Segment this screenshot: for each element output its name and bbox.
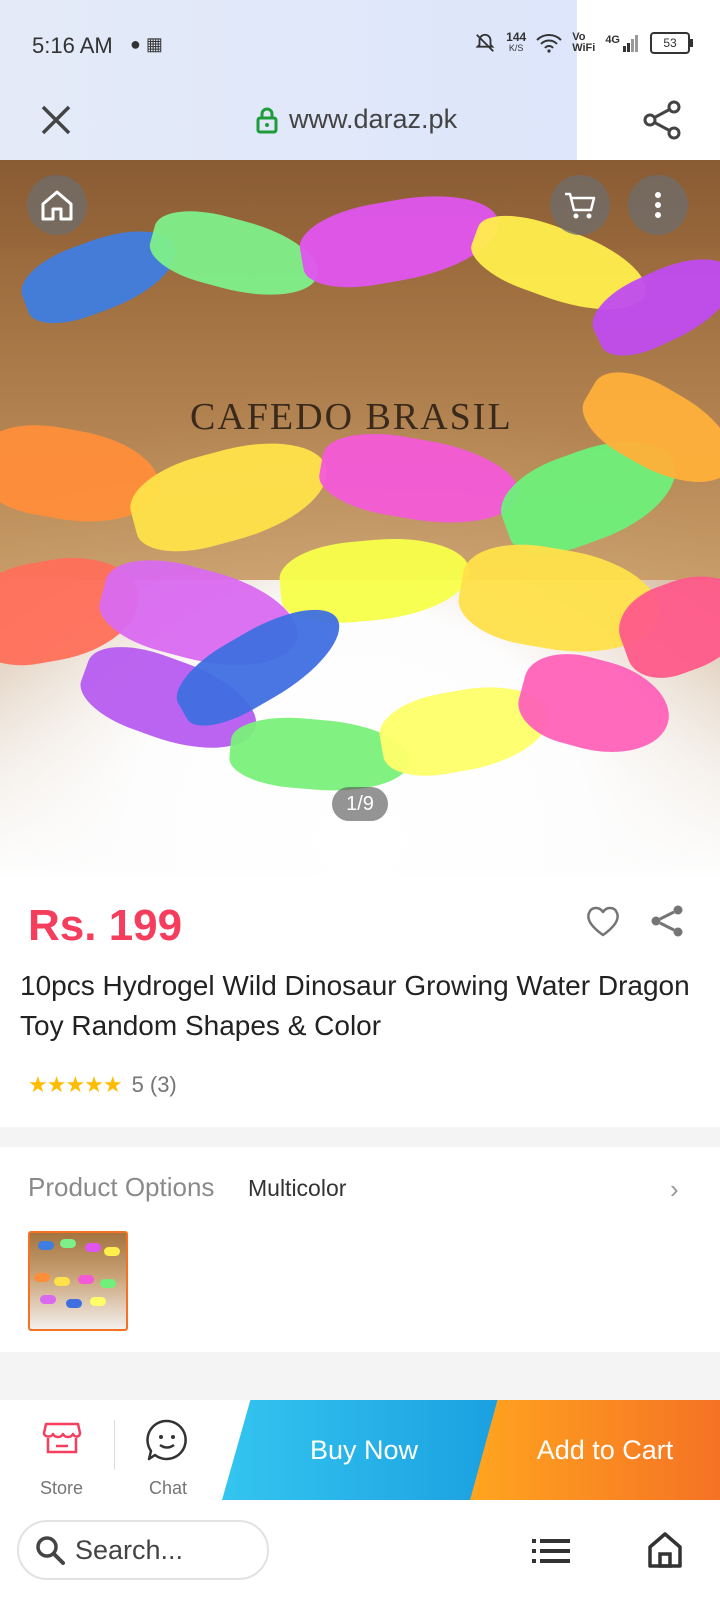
- more-options-button[interactable]: [628, 175, 688, 235]
- status-bar: 5:16 AM ● ▦ 144 K/S Vo WiFi 4G 53: [0, 0, 720, 160]
- thumb-toy: [60, 1239, 76, 1248]
- thumb-toy: [40, 1295, 56, 1304]
- network-type: 4G: [605, 34, 620, 46]
- close-icon: [41, 105, 71, 135]
- system-status-icons: 144 K/S Vo WiFi 4G 53: [474, 30, 693, 54]
- close-button[interactable]: [36, 100, 76, 140]
- home-icon: [648, 1532, 682, 1568]
- battery-icon: 53: [650, 32, 693, 54]
- chevron-right-icon[interactable]: ›: [670, 1174, 679, 1205]
- home-button[interactable]: [27, 175, 87, 235]
- chat-button[interactable]: [145, 1418, 191, 1464]
- heart-icon: [587, 906, 619, 937]
- chat-label: Chat: [149, 1478, 188, 1498]
- add-to-cart-button[interactable]: Add to Cart: [470, 1400, 720, 1500]
- wifi-icon: [536, 34, 562, 53]
- rating-value: 5: [131, 1072, 144, 1097]
- thumb-toy: [90, 1297, 106, 1306]
- cart-button[interactable]: [550, 175, 610, 235]
- thumb-toy: [85, 1243, 101, 1252]
- chat-icon: [146, 1419, 187, 1461]
- product-rating[interactable]: ★★★★★ 5 (3): [28, 1072, 177, 1098]
- option-thumbnail[interactable]: [28, 1231, 128, 1331]
- net-speed-value: 144: [506, 30, 527, 44]
- status-time: 5:16 AM: [32, 33, 113, 58]
- product-options-value: Multicolor: [248, 1175, 347, 1201]
- product-share-button[interactable]: [648, 902, 686, 940]
- rating-stars: ★★★★★: [28, 1072, 123, 1097]
- home-icon: [41, 190, 73, 221]
- browser-home-button[interactable]: [645, 1530, 685, 1570]
- lock-icon: [256, 107, 278, 133]
- thumb-toy: [78, 1275, 94, 1284]
- wifi-calling-label: WiFi: [572, 42, 596, 54]
- url-display[interactable]: www.daraz.pk: [255, 104, 457, 135]
- snapchat-icon: ●: [130, 34, 141, 54]
- mute-icon: [475, 33, 495, 52]
- product-price: Rs. 199: [28, 901, 183, 950]
- url-text: www.daraz.pk: [289, 104, 458, 134]
- thumb-toy: [104, 1247, 120, 1256]
- product-photo-crate-text: CAFEDO BRASIL: [190, 396, 513, 438]
- rating-count: (3): [149, 1072, 177, 1097]
- notification-icons: ● ▦: [130, 34, 163, 55]
- thumb-toy: [66, 1299, 82, 1308]
- store-button[interactable]: [32, 1418, 92, 1461]
- store-label: Store: [40, 1478, 84, 1498]
- thumb-toy: [34, 1273, 50, 1282]
- menu-button[interactable]: [532, 1537, 570, 1565]
- signal-icon: [623, 35, 638, 52]
- product-title: 10pcs Hydrogel Wild Dinosaur Growing Wat…: [20, 970, 690, 1041]
- search-icon: [36, 1536, 65, 1565]
- action-divider: [114, 1420, 115, 1470]
- image-counter: 1/9: [332, 787, 388, 821]
- thumb-toy: [100, 1279, 116, 1288]
- app-notification-icon: ▦: [145, 34, 163, 54]
- thumb-toy: [38, 1241, 54, 1250]
- wishlist-button[interactable]: [584, 903, 622, 939]
- more-vertical-icon: [655, 192, 661, 218]
- share-icon: [651, 905, 683, 937]
- search-input[interactable]: Search...: [75, 1535, 183, 1566]
- product-options-label: Product Options: [28, 1172, 215, 1202]
- buy-now-button[interactable]: Buy Now: [222, 1400, 506, 1500]
- battery-level: 53: [663, 36, 677, 50]
- thumb-toy: [54, 1277, 70, 1286]
- search-bar[interactable]: Search...: [17, 1520, 269, 1580]
- browser-share-button[interactable]: [640, 98, 684, 142]
- share-icon: [643, 100, 681, 140]
- cart-icon: [565, 192, 596, 219]
- product-image-gallery[interactable]: CAFEDO BRASIL 1/9: [0, 160, 720, 877]
- store-icon: [42, 1422, 82, 1454]
- list-menu-icon: [532, 1539, 570, 1563]
- net-speed-unit: K/S: [508, 43, 524, 53]
